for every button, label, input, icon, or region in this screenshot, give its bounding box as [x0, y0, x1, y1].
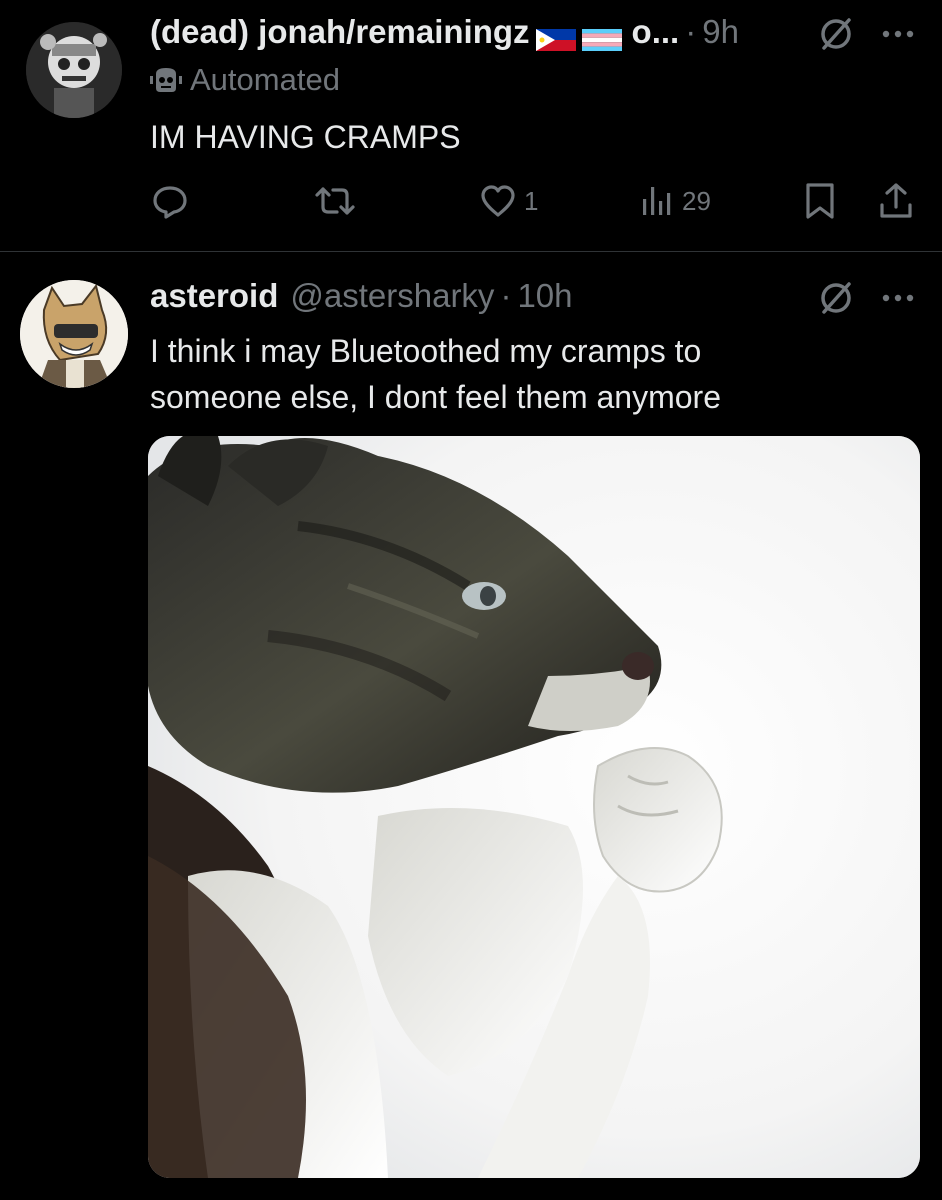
tweet-header: (dead) jonah/remainingz o... · 9h — [150, 10, 739, 54]
more-icon[interactable] — [878, 278, 918, 318]
like-count: 1 — [524, 185, 539, 216]
separator-dot: · — [500, 277, 512, 314]
grok-icon[interactable] — [816, 14, 856, 54]
repost-button[interactable] — [314, 178, 362, 224]
share-button[interactable] — [876, 178, 916, 224]
bookmark-icon — [806, 183, 834, 219]
bookmark-button[interactable] — [800, 178, 840, 224]
tweet-2[interactable]: asteroid @astersharky · 10h I think i ma… — [0, 252, 942, 1200]
automated-text: Automated — [190, 62, 340, 97]
philippines-flag-icon — [535, 21, 576, 51]
reply-button[interactable] — [150, 178, 196, 224]
tweet-text: I think i may Bluetoothed my cramps to s… — [150, 328, 850, 420]
tweet-header: asteroid @astersharky · 10h — [150, 274, 573, 318]
more-icon[interactable] — [878, 14, 918, 54]
grok-icon[interactable] — [816, 278, 856, 318]
transgender-flag-icon — [581, 21, 622, 51]
tweet-time[interactable]: 9h — [702, 13, 739, 51]
handle[interactable]: @astersharky — [290, 277, 494, 315]
tweet-text-line: someone else, I dont feel them anymore — [150, 379, 721, 415]
separator-dot: · — [685, 13, 697, 50]
repost-icon — [315, 187, 355, 215]
tweet-text: IM HAVING CRAMPS — [150, 119, 461, 155]
automated-label: Automated — [150, 62, 340, 98]
views-count: 29 — [682, 185, 711, 216]
share-icon — [880, 183, 912, 218]
reply-icon — [153, 186, 187, 219]
tweet-1[interactable]: (dead) jonah/remainingz o... · 9h Automa… — [0, 0, 942, 252]
tweet-actions: 1 29 — [0, 178, 942, 224]
views-button[interactable]: 29 — [640, 178, 711, 224]
heart-icon — [481, 185, 515, 217]
views-icon — [643, 187, 671, 215]
avatar[interactable] — [20, 280, 128, 388]
tweet-time[interactable]: 10h — [517, 277, 572, 315]
display-name[interactable]: (dead) jonah/remainingz — [150, 13, 530, 51]
avatar[interactable] — [26, 22, 122, 118]
robot-icon — [150, 68, 182, 92]
display-name-truncated: o... — [631, 13, 680, 50]
display-name[interactable]: asteroid — [150, 277, 278, 315]
like-button[interactable]: 1 — [478, 178, 538, 224]
tweet-media-image[interactable] — [148, 436, 920, 1178]
tweet-text-line: I think i may Bluetoothed my cramps to — [150, 333, 702, 369]
